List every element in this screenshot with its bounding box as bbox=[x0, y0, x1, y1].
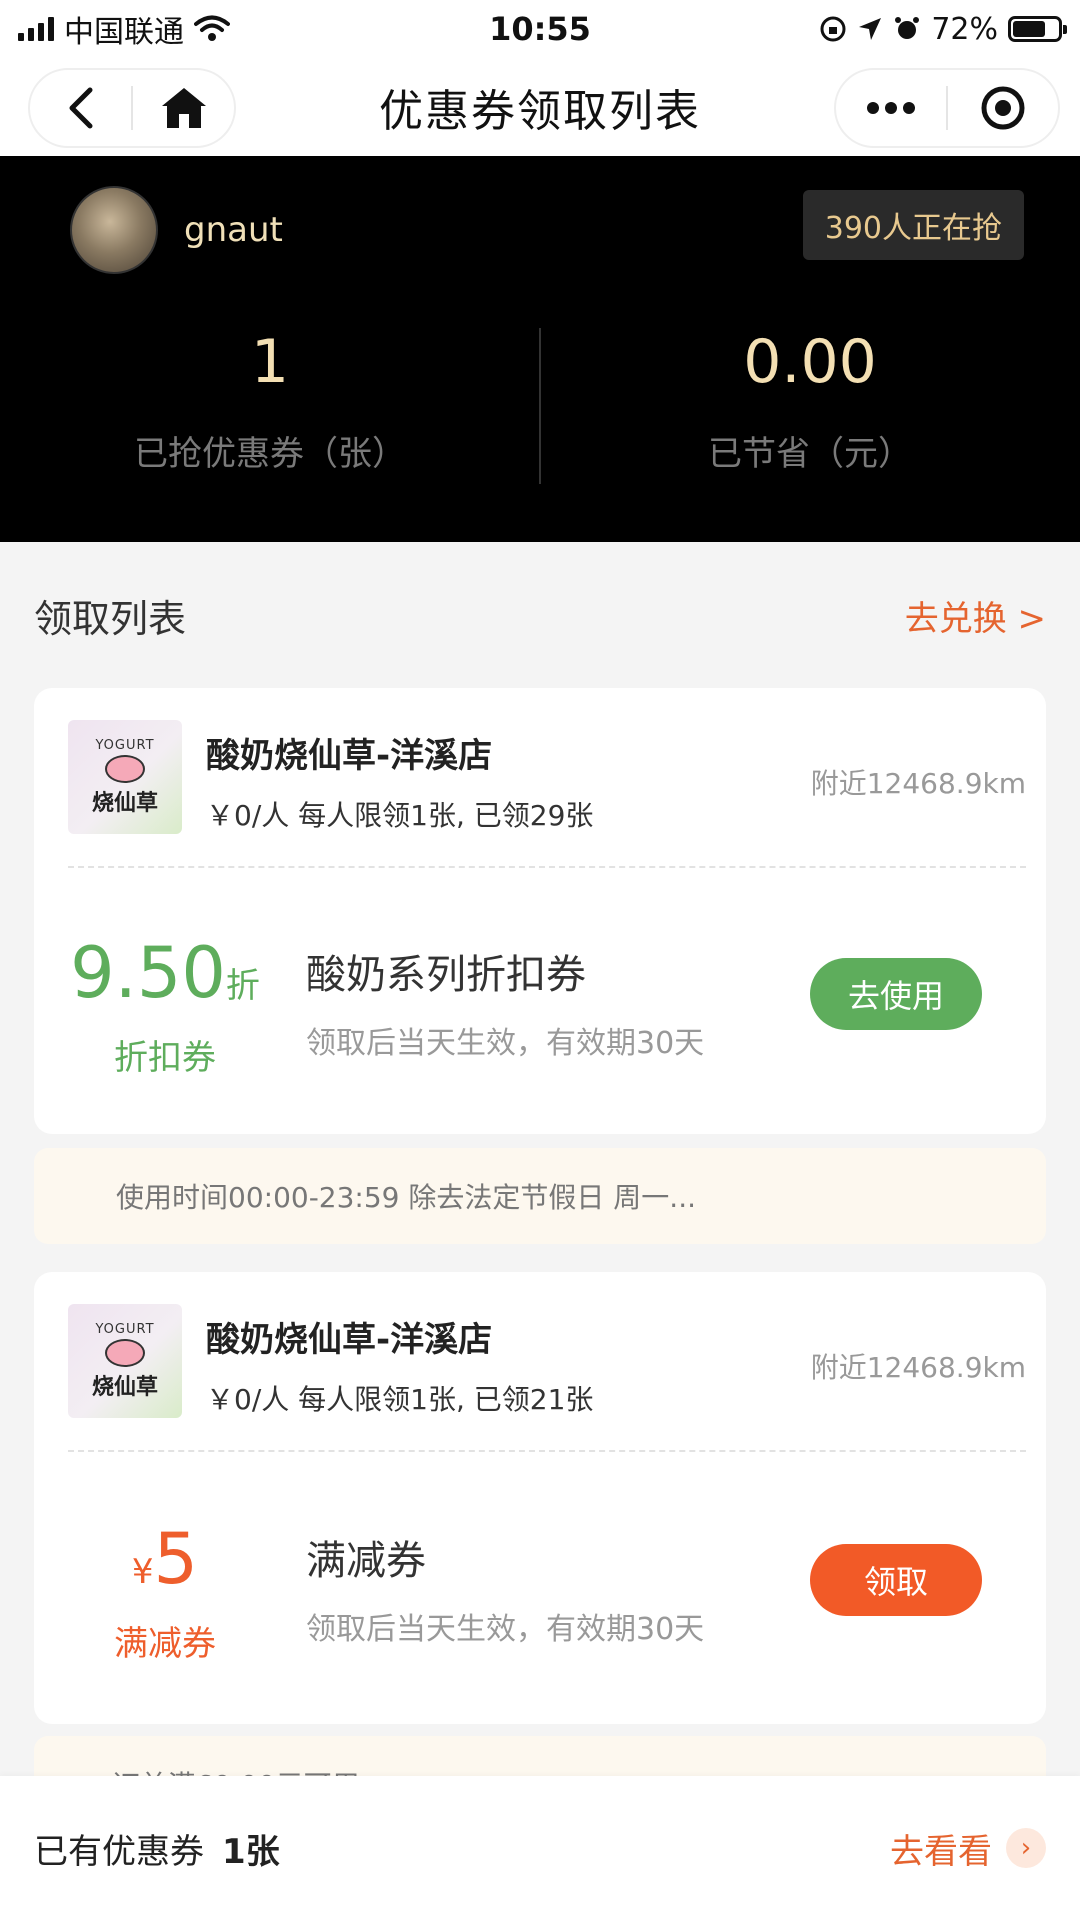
coupon-desc: 领取后当天生效，有效期30天 bbox=[306, 1612, 705, 1647]
home-icon bbox=[161, 88, 206, 128]
section-title: 领取列表 bbox=[34, 596, 187, 641]
back-button[interactable] bbox=[30, 70, 131, 146]
coupon-type: 折扣券 bbox=[114, 1038, 216, 1078]
home-button[interactable] bbox=[133, 70, 234, 146]
owned-label: 已有优惠券 bbox=[34, 1831, 204, 1872]
stat-money-saved: 0.00 已节省（元） bbox=[540, 332, 1080, 475]
claim-coupon-button[interactable]: 领取 bbox=[810, 1544, 982, 1616]
grabbing-count-badge: 390人正在抢 bbox=[802, 190, 1024, 260]
coupon-note[interactable]: 使用时间00:00-23:59 除去法定节假日 周一... bbox=[34, 1148, 1046, 1244]
nav-bar: 优惠券领取列表 bbox=[0, 58, 1080, 156]
wifi-icon bbox=[194, 15, 230, 41]
alarm-icon bbox=[895, 17, 920, 39]
chevron-left-icon bbox=[69, 87, 92, 129]
signal-icon bbox=[18, 17, 54, 41]
coupon-type: 满减券 bbox=[114, 1624, 216, 1664]
location-icon bbox=[859, 18, 882, 40]
carrier-label: 中国联通 bbox=[64, 15, 184, 50]
section-header: 领取列表 去兑换 > bbox=[0, 580, 1080, 650]
battery-icon bbox=[1008, 16, 1067, 42]
target-icon bbox=[981, 86, 1025, 130]
shop-meta: ￥0/人 每人限领1张, 已领29张 bbox=[206, 799, 594, 832]
status-bar: 中国联通 10:55 72% bbox=[0, 0, 1080, 58]
stat-value: 0.00 bbox=[743, 327, 877, 397]
avatar[interactable] bbox=[70, 186, 158, 274]
redeem-link[interactable]: 去兑换 > bbox=[905, 591, 1046, 640]
chevron-right-icon: › bbox=[1006, 1828, 1046, 1868]
battery-percent: 72% bbox=[931, 11, 998, 47]
bottom-bar: 已有优惠券 1张 去看看 › bbox=[0, 1776, 1080, 1920]
shop-logo: YOGURT 烧仙草 bbox=[68, 720, 182, 834]
stat-label: 已抢优惠券（张） bbox=[134, 434, 406, 474]
stat-value: 1 bbox=[250, 327, 290, 397]
coupon-title: 酸奶系列折扣券 bbox=[306, 952, 586, 998]
nav-capsule-right bbox=[834, 68, 1060, 148]
distance: 附近12468.9km bbox=[810, 767, 1026, 800]
discount-value: 9.50 bbox=[70, 932, 226, 1014]
more-button[interactable] bbox=[836, 70, 946, 146]
shop-name: 酸奶烧仙草-洋溪店 bbox=[206, 1320, 493, 1360]
cow-icon bbox=[105, 1338, 145, 1367]
nav-capsule-left bbox=[28, 68, 236, 148]
coupon-amount: ¥5 满减券 bbox=[54, 1524, 276, 1665]
discount-unit: 折 bbox=[225, 966, 260, 1006]
owned-coupons: 已有优惠券 1张 bbox=[34, 1824, 280, 1873]
coupon-card: YOGURT 烧仙草 酸奶烧仙草-洋溪店 ￥0/人 每人限领1张, 已领29张 … bbox=[34, 688, 1046, 1134]
stat-coupons-grabbed: 1 已抢优惠券（张） bbox=[0, 332, 540, 475]
stat-label: 已节省（元） bbox=[708, 434, 912, 474]
coupon-title: 满减券 bbox=[306, 1538, 426, 1584]
reduction-value: 5 bbox=[153, 1518, 199, 1600]
coupon-desc: 领取后当天生效，有效期30天 bbox=[306, 1026, 705, 1061]
currency-symbol: ¥ bbox=[131, 1552, 154, 1592]
shop-name: 酸奶烧仙草-洋溪店 bbox=[206, 736, 493, 776]
username: gnaut bbox=[184, 210, 283, 250]
coupon-card: YOGURT 烧仙草 酸奶烧仙草-洋溪店 ￥0/人 每人限领1张, 已领21张 … bbox=[34, 1272, 1046, 1724]
close-miniprogram-button[interactable] bbox=[948, 70, 1058, 146]
owned-count: 1张 bbox=[222, 1831, 280, 1872]
shop-logo: YOGURT 烧仙草 bbox=[68, 1304, 182, 1418]
dashed-divider bbox=[68, 866, 1026, 868]
use-coupon-button[interactable]: 去使用 bbox=[810, 958, 982, 1030]
dashed-divider bbox=[68, 1450, 1026, 1452]
orientation-lock-icon bbox=[820, 16, 846, 42]
view-coupons-link[interactable]: 去看看 › bbox=[890, 1824, 1046, 1873]
view-label: 去看看 bbox=[890, 1831, 992, 1872]
distance: 附近12468.9km bbox=[810, 1351, 1026, 1384]
user-summary-panel: gnaut 390人正在抢 1 已抢优惠券（张） 0.00 已节省（元） bbox=[0, 156, 1080, 542]
cow-icon bbox=[105, 754, 145, 783]
coupon-amount: 9.50折 折扣券 bbox=[54, 938, 276, 1079]
more-icon bbox=[867, 102, 915, 114]
page-title: 优惠券领取列表 bbox=[379, 86, 701, 137]
shop-meta: ￥0/人 每人限领1张, 已领21张 bbox=[206, 1383, 594, 1416]
